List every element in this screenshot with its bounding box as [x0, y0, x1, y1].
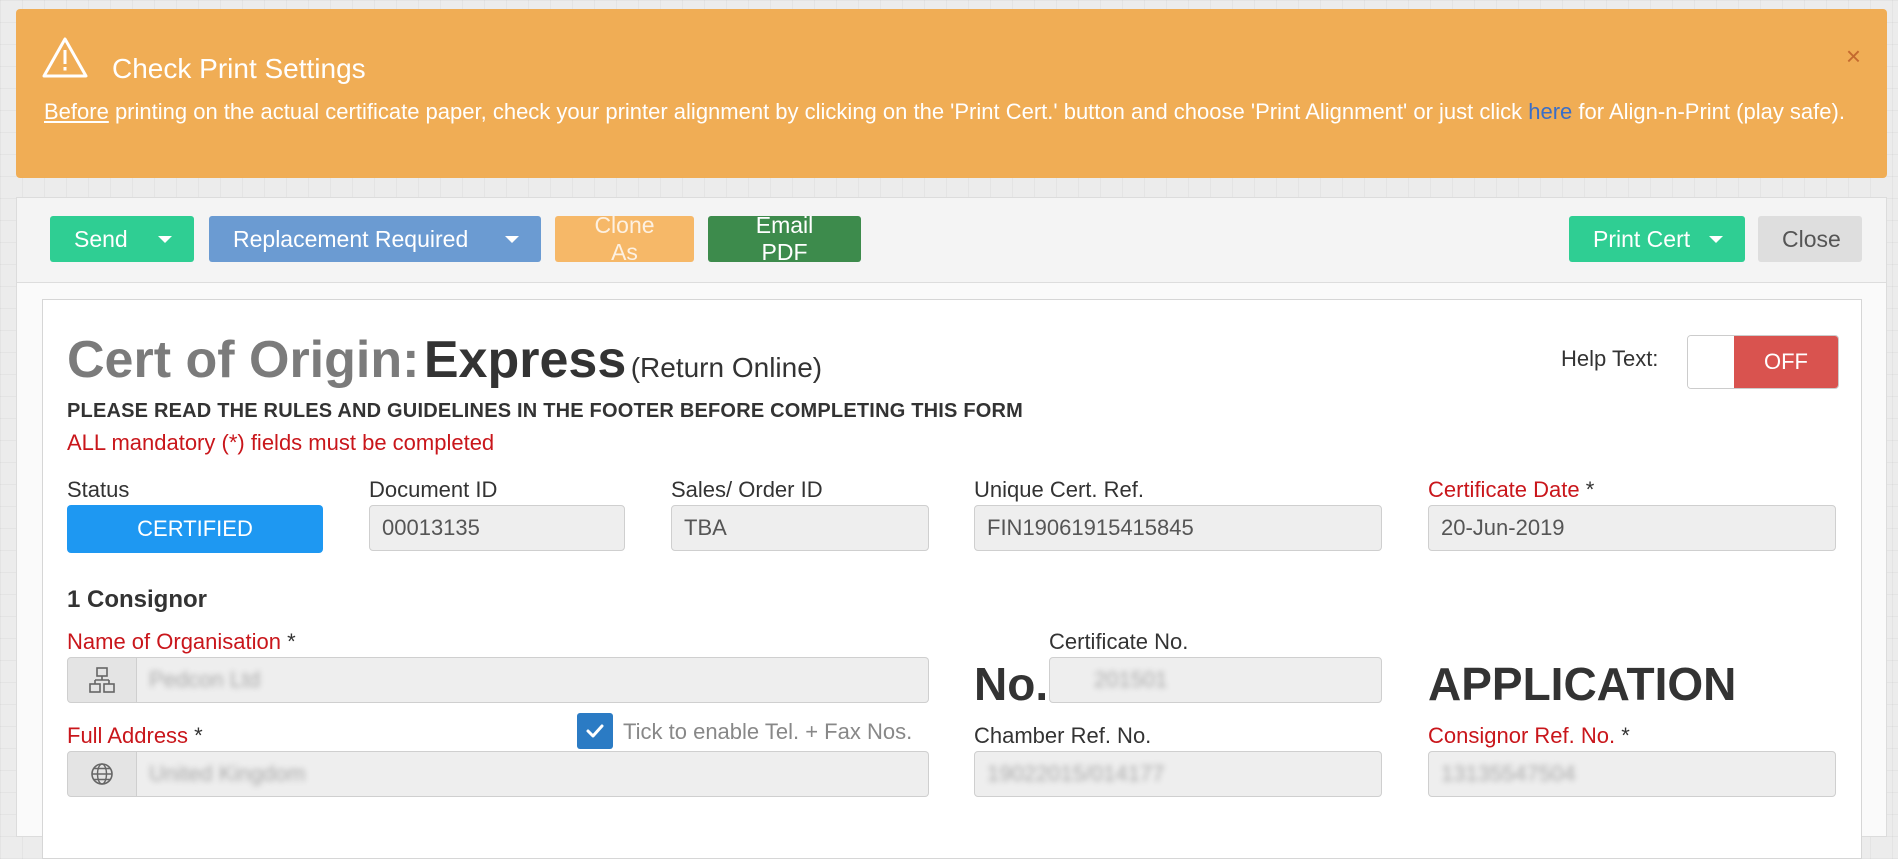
- certificate-panel: Send Replacement Required Clone As Email…: [16, 197, 1887, 859]
- unique-cert-ref-field[interactable]: FIN19061915415845: [974, 505, 1382, 551]
- help-text-label: Help Text:: [1561, 346, 1659, 371]
- document-id-label: Document ID: [369, 477, 498, 502]
- globe-icon: [91, 763, 113, 785]
- org-name-label-text: Name of Organisation: [67, 629, 281, 654]
- rules-notice: PLEASE READ THE RULES AND GUIDELINES IN …: [67, 400, 1024, 422]
- sales-order-label: Sales/ Order ID: [671, 477, 823, 502]
- clone-as-button[interactable]: Clone As: [555, 212, 694, 265]
- full-address-label-text: Full Address: [67, 723, 189, 748]
- print-settings-alert: Check Print Settings × Before printing o…: [16, 9, 1887, 178]
- org-name-label: Name of Organisation *: [67, 629, 296, 655]
- org-chart-icon: [89, 667, 115, 693]
- consignor-ref-required-star: *: [1615, 723, 1630, 748]
- address-addon: [67, 751, 137, 797]
- section-consignor: 1 Consignor: [67, 586, 208, 613]
- org-name-value: Pedcon Ltd: [149, 667, 261, 692]
- email-pdf-button[interactable]: Email PDF: [708, 212, 861, 265]
- certificate-date-required-star: *: [1579, 477, 1595, 502]
- org-name-required-star: *: [281, 629, 296, 654]
- page-title: Cert of Origin: Express (Return Online): [67, 330, 822, 390]
- consignor-ref-value: 13135547504: [1441, 761, 1576, 786]
- replacement-dropdown-caret-icon[interactable]: [505, 236, 519, 243]
- alert-text-main: printing on the actual certificate paper…: [108, 99, 1529, 124]
- alert-close-icon[interactable]: ×: [1846, 43, 1861, 69]
- certificate-no-value: 201501: [1094, 667, 1168, 692]
- status-badge: CERTIFIED: [67, 505, 323, 553]
- mandatory-notice: ALL mandatory (*) fields must be complet…: [67, 430, 495, 455]
- print-dropdown-caret-icon[interactable]: [1709, 236, 1723, 243]
- chamber-ref-value: 19022015/014177: [987, 761, 1165, 786]
- full-address-value: United Kingdom: [149, 761, 306, 786]
- toggle-off-label[interactable]: OFF: [1734, 336, 1838, 388]
- full-address-field[interactable]: United Kingdom: [137, 751, 929, 797]
- title-main: Express: [423, 331, 627, 389]
- print-button-label: Print Cert: [1593, 225, 1691, 252]
- send-button[interactable]: Send: [50, 216, 194, 262]
- org-name-field[interactable]: Pedcon Ltd: [137, 657, 929, 703]
- document-id-field[interactable]: 00013135: [369, 505, 625, 551]
- alert-message: Before printing on the actual certificat…: [44, 95, 1874, 128]
- alert-title: Check Print Settings: [112, 53, 366, 84]
- org-addon: [67, 657, 137, 703]
- align-print-link[interactable]: here: [1528, 99, 1572, 124]
- unique-cert-ref-label: Unique Cert. Ref.: [974, 477, 1144, 502]
- replacement-button-label: Replacement Required: [233, 225, 469, 252]
- chamber-ref-label: Chamber Ref. No.: [974, 723, 1152, 748]
- certificate-form: Cert of Origin: Express (Return Online) …: [42, 299, 1862, 859]
- no-prefix-text: No.: [974, 658, 1049, 710]
- title-sub: (Return Online): [630, 352, 823, 383]
- send-dropdown-caret-icon[interactable]: [158, 236, 172, 243]
- certificate-no-field[interactable]: 201501: [1049, 657, 1382, 703]
- action-toolbar: Send Replacement Required Clone As Email…: [17, 198, 1886, 283]
- tel-fax-checkbox-label[interactable]: Tick to enable Tel. + Fax Nos.: [623, 719, 912, 745]
- alert-text-end: for Align-n-Print (play safe).: [1572, 99, 1845, 124]
- certificate-date-label: Certificate Date *: [1428, 477, 1594, 503]
- certificate-date-field[interactable]: 20-Jun-2019: [1428, 505, 1836, 551]
- status-label: Status: [67, 477, 130, 502]
- alert-text-before: Before: [44, 99, 109, 124]
- application-heading: APPLICATION: [1428, 658, 1737, 710]
- warning-icon: [42, 37, 88, 78]
- full-address-label: Full Address *: [67, 723, 203, 749]
- consignor-ref-label: Consignor Ref. No. *: [1428, 723, 1630, 749]
- certificate-no-label: Certificate No.: [1049, 629, 1189, 654]
- sales-order-field[interactable]: TBA: [671, 505, 929, 551]
- toggle-knob[interactable]: [1688, 336, 1736, 388]
- title-prefix: Cert of Origin:: [67, 331, 420, 389]
- check-icon: [586, 724, 604, 738]
- replacement-required-button[interactable]: Replacement Required: [209, 216, 541, 262]
- tel-fax-checkbox[interactable]: [577, 713, 613, 749]
- full-address-required-star: *: [188, 723, 203, 748]
- consignor-ref-field[interactable]: 13135547504: [1428, 751, 1836, 797]
- consignor-ref-label-text: Consignor Ref. No.: [1428, 723, 1616, 748]
- send-button-label: Send: [74, 225, 128, 252]
- close-button[interactable]: Close: [1758, 216, 1862, 262]
- help-text-toggle[interactable]: OFF: [1687, 335, 1839, 389]
- print-cert-button[interactable]: Print Cert: [1569, 216, 1745, 262]
- chamber-ref-field[interactable]: 19022015/014177: [974, 751, 1382, 797]
- certificate-date-label-text: Certificate Date: [1428, 477, 1580, 502]
